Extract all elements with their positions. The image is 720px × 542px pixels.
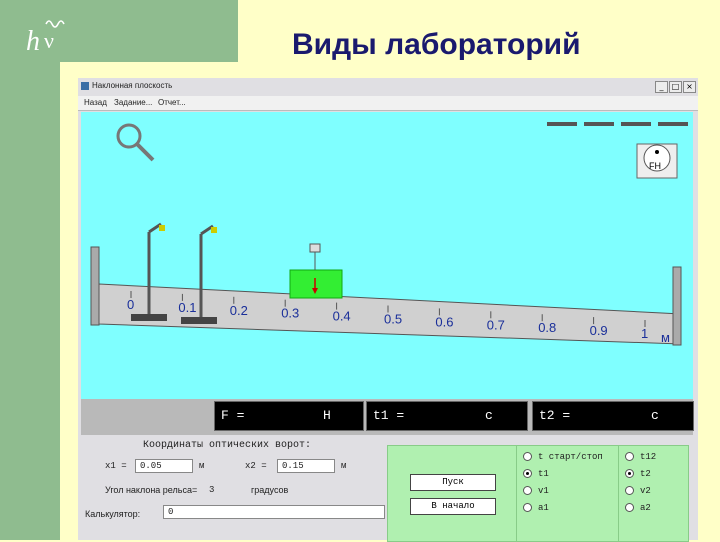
reset-button[interactable]: В начало: [410, 498, 496, 515]
x2-unit: м: [341, 461, 347, 471]
radio-v1[interactable]: v1: [523, 486, 549, 496]
slide-title: Виды лабораторий: [292, 28, 581, 61]
radio-a2[interactable]: a2: [625, 503, 651, 513]
x1-unit: м: [199, 461, 205, 471]
ruler-tick-label: 1: [641, 326, 648, 341]
action-area: Пуск В начало t старт/стоп t1 v1 a1 t12 …: [387, 445, 689, 542]
t2-readout: t2 = с: [532, 401, 694, 431]
ruler-unit: м: [661, 330, 670, 345]
radio-t1[interactable]: t1: [523, 469, 549, 479]
svg-text:h: h: [26, 26, 40, 57]
x1-input[interactable]: 0.05: [135, 459, 193, 473]
ruler-tick-label: 0.3: [281, 306, 299, 321]
simulation-scene: FH 0 0.1 0.2 0.3 0.4 0.5 0.6 0.7 0.8 0.9…: [81, 112, 693, 399]
magnifier-icon[interactable]: [116, 123, 155, 162]
angle-label: Угол наклона рельса=: [105, 485, 198, 495]
radio-v2[interactable]: v2: [625, 486, 651, 496]
menu-task[interactable]: Задание...: [114, 98, 152, 107]
menu-bar: Назад Задание... Отчет...: [78, 96, 698, 111]
radio-t2[interactable]: t2: [625, 469, 651, 479]
radio-indicator: [625, 452, 634, 462]
maximize-button[interactable]: □: [669, 81, 682, 93]
radio-indicator: [523, 469, 532, 479]
minimize-button[interactable]: _: [655, 81, 668, 93]
physics-logo: h ν: [26, 20, 65, 57]
radio-group-right: t12 t2 v2 a2: [618, 446, 687, 541]
ruler-tick-label: 0.8: [538, 320, 556, 335]
calc-input[interactable]: 0: [163, 505, 385, 519]
x2-input[interactable]: 0.15: [277, 459, 335, 473]
readout-panel: F = Н t1 = с t2 = с: [81, 399, 694, 435]
cart[interactable]: [289, 243, 343, 299]
radio-indicator: [523, 486, 532, 496]
ruler-tick-label: 0.2: [230, 303, 248, 318]
force-label: F =: [221, 408, 245, 423]
radio-indicator: [523, 452, 532, 462]
radio-t12[interactable]: t12: [625, 452, 656, 462]
svg-text:ν: ν: [44, 28, 54, 53]
calc-label: Калькулятор:: [85, 509, 141, 519]
radio-group-left: t старт/стоп t1 v1 a1: [516, 446, 617, 541]
ruler-tick-label: 0.1: [178, 300, 196, 315]
window-titlebar: Наклонная плоскость _ □ ×: [78, 78, 698, 96]
force-unit: Н: [323, 408, 331, 423]
t1-readout: t1 = с: [366, 401, 528, 431]
start-button[interactable]: Пуск: [410, 474, 496, 491]
x1-label: x1 =: [105, 461, 127, 471]
force-readout: F = Н: [214, 401, 364, 431]
dynamometer-icon[interactable]: FH: [636, 143, 678, 179]
ruler-tick-label: 0.7: [487, 317, 505, 332]
angle-value[interactable]: 3: [209, 485, 214, 495]
controls-panel: Координаты оптических ворот: x1 = 0.05 м…: [81, 435, 693, 542]
t1-label: t1 =: [373, 408, 405, 423]
ruler-tick-label: 0.6: [435, 314, 453, 329]
coords-title: Координаты оптических ворот:: [143, 440, 312, 451]
angle-unit: градусов: [251, 485, 289, 495]
radio-indicator: [625, 469, 634, 479]
ruler-tick-label: 0: [127, 297, 134, 312]
close-button[interactable]: ×: [683, 81, 696, 93]
t2-unit: с: [651, 408, 659, 423]
ruler-tick-label: 0.5: [384, 312, 402, 327]
radio-indicator: [625, 486, 634, 496]
scene-canvas: FH 0 0.1 0.2 0.3 0.4 0.5 0.6 0.7 0.8 0.9…: [90, 122, 688, 346]
app-window: Наклонная плоскость _ □ × Назад Задание.…: [78, 78, 698, 542]
window-title: Наклонная плоскость: [92, 81, 173, 90]
t1-unit: с: [485, 408, 493, 423]
dynamometer-label: FH: [649, 161, 661, 171]
weights-set[interactable]: [547, 122, 688, 126]
menu-back[interactable]: Назад: [84, 98, 107, 107]
ruler-tick-label: 0.4: [333, 309, 351, 324]
left-decor-strip: [0, 0, 60, 540]
menu-report[interactable]: Отчет...: [158, 98, 186, 107]
t2-label: t2 =: [539, 408, 571, 423]
x2-label: x2 =: [245, 461, 267, 471]
radio-t-startstop[interactable]: t старт/стоп: [523, 452, 603, 462]
top-decor-block: [60, 0, 238, 62]
ruler-tick-label: 0.9: [590, 323, 608, 338]
app-icon: [81, 82, 89, 90]
radio-indicator: [625, 503, 634, 513]
radio-indicator: [523, 503, 532, 513]
radio-a1[interactable]: a1: [523, 503, 549, 513]
